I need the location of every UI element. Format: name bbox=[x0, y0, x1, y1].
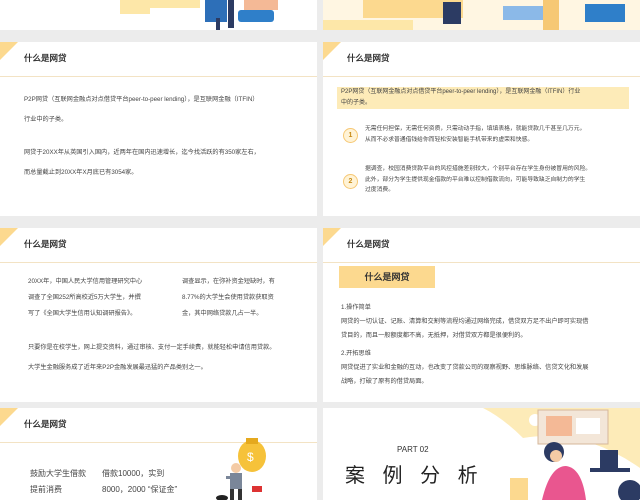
row-value: 8000，2000 “保证金” bbox=[102, 485, 178, 494]
title-divider bbox=[0, 262, 317, 263]
row-label: 鼓励大学生借款 bbox=[30, 469, 86, 478]
list-item-line: 此外，部分为学生提供现金借款的平台难以控制借款流向，可能导致缺乏自制力的学生 bbox=[365, 176, 586, 183]
list-item-line: 过度消费。 bbox=[365, 187, 394, 193]
number-badge: 2 bbox=[343, 174, 358, 189]
slide-7[interactable]: 什么是网贷 鼓励大学生借款 借款10000，实到 提前消费 8000，2000 … bbox=[0, 408, 317, 500]
title-divider bbox=[323, 262, 640, 263]
row-value: 借款10000，实到 bbox=[102, 469, 165, 478]
desk-illustration bbox=[323, 0, 640, 30]
subheading: 2.开拓思维 bbox=[341, 350, 371, 357]
dollar-sign: $ bbox=[247, 450, 254, 464]
right-column-line: 8.77%的大学生会使用贷款获取资 bbox=[182, 294, 274, 301]
list-item-line: 从而不必求普通借钱给你而轻松安装智能手机带来的虚荣和快感。 bbox=[365, 136, 534, 143]
slide-title: 什么是网贷 bbox=[347, 239, 390, 249]
right-column-line: 金，其中网络贷款几占一半。 bbox=[182, 310, 263, 317]
slide-5[interactable]: 什么是网贷 20XX年，中国人民大学信用管理研究中心 调查显示，在弥补资金短缺时… bbox=[0, 228, 317, 402]
slide-title: 什么是网贷 bbox=[24, 419, 67, 429]
corner-accent bbox=[323, 228, 341, 246]
slide-3[interactable]: 什么是网贷 P2P网贷（互联网金融点对点借贷平台peer-to-peer len… bbox=[0, 42, 317, 216]
section-heading: 案 例 分 析 bbox=[345, 465, 484, 487]
intro-line: 中的子类。 bbox=[341, 100, 372, 106]
corner-accent bbox=[323, 42, 341, 60]
paragraph-line: P2P网贷（互联网金融点对点借贷平台peer-to-peer lending），… bbox=[24, 96, 259, 103]
left-column-line: 写了《全国大学生信用认知调研报告》。 bbox=[28, 310, 137, 317]
part-label: PART 02 bbox=[397, 445, 429, 454]
slide-title: 什么是网贷 bbox=[347, 53, 390, 63]
corner-accent bbox=[0, 228, 18, 246]
slide-1[interactable] bbox=[0, 0, 317, 30]
left-column-line: 20XX年，中国人民大学信用管理研究中心 bbox=[28, 278, 143, 285]
slide-2[interactable] bbox=[323, 0, 640, 30]
subheading: 1.操作简单 bbox=[341, 304, 371, 311]
paragraph-line: 战略，打破了原有的借贷局面。 bbox=[341, 378, 428, 385]
paragraph-line: 行业中的子类。 bbox=[24, 116, 68, 123]
slide-title: 什么是网贷 bbox=[24, 239, 67, 249]
left-column-line: 调查了全国252所高校近5万大学生，并撰 bbox=[28, 294, 141, 301]
row-label: 提前消费 bbox=[30, 485, 62, 494]
corner-accent bbox=[0, 408, 18, 426]
title-divider bbox=[0, 76, 317, 77]
list-item: 无需任何担保，无需任何资质，只需动动手指，填填表格，就能贷款几千甚至几万元， 从… bbox=[365, 124, 627, 145]
number-badge: 1 bbox=[343, 128, 358, 143]
paragraph-line: 网贷的一切认证、记账、清算和交割等流程均通过网络完成，借贷双方足不出户即可实现借 bbox=[341, 318, 589, 325]
list-item-line: 据调查，校园消费贷款平台的风控措施差别较大，个别平台存在学生身份被冒用的风险。 bbox=[365, 166, 592, 172]
paragraph-line: 网贷促进了实业和金融的互动，也改变了贷款公司的观察视野、思维脉络、信贷文化和发展 bbox=[341, 364, 589, 371]
list-item: 据调查，校园消费贷款平台的风控措施差别较大，个别平台存在学生身份被冒用的风险。 … bbox=[365, 164, 627, 196]
slide-6[interactable]: 什么是网贷 什么是网贷 1.操作简单 网贷的一切认证、记账、清算和交割等流程均通… bbox=[323, 228, 640, 402]
list-item-line: 无需任何担保，无需任何资质，只需动动手指，填填表格，就能贷款几千甚至几万元， bbox=[365, 126, 586, 132]
slide-title: 什么是网贷 bbox=[24, 53, 67, 63]
person-at-desk-illustration bbox=[120, 0, 278, 30]
paragraph-line: 网贷于20XX年从英国引入国内，近两年在国内迅速增长，迄今找活跃的有350家左右… bbox=[24, 149, 260, 156]
paragraph-line: 大学生金融服务成了近年来P2P金融发展最迅猛的产品类别之一。 bbox=[28, 364, 207, 371]
paragraph-line: 而总量截止到20XX年X月底已有3054家。 bbox=[24, 169, 138, 176]
title-divider bbox=[323, 76, 640, 77]
right-column-line: 调查显示，在弥补资金短缺时，有 bbox=[182, 278, 275, 285]
person-carrying-money-bag-illustration: $ bbox=[216, 438, 266, 500]
intro-text: P2P网贷（互联网金融点对点借贷平台peer-to-peer lending），… bbox=[341, 87, 627, 109]
corner-accent bbox=[0, 42, 18, 60]
slide-8[interactable]: PART 02 案 例 分 析 bbox=[323, 408, 640, 500]
slide-4[interactable]: 什么是网贷 P2P网贷（互联网金融点对点借贷平台peer-to-peer len… bbox=[323, 42, 640, 216]
intro-line: P2P网贷（互联网金融点对点借贷平台peer-to-peer lending），… bbox=[341, 89, 581, 95]
section-title-box: 什么是网贷 bbox=[339, 266, 435, 288]
paragraph-line: 只要你是在校学生，网上提交资料，通过审核、支付一定手续费，就能轻松申请信用贷款。 bbox=[28, 344, 276, 351]
paragraph-line: 贷目的，而且一般额度都不高，无抵押，对借贷双方都是很便利的。 bbox=[341, 332, 527, 339]
woman-at-desk-illustration bbox=[510, 409, 640, 500]
